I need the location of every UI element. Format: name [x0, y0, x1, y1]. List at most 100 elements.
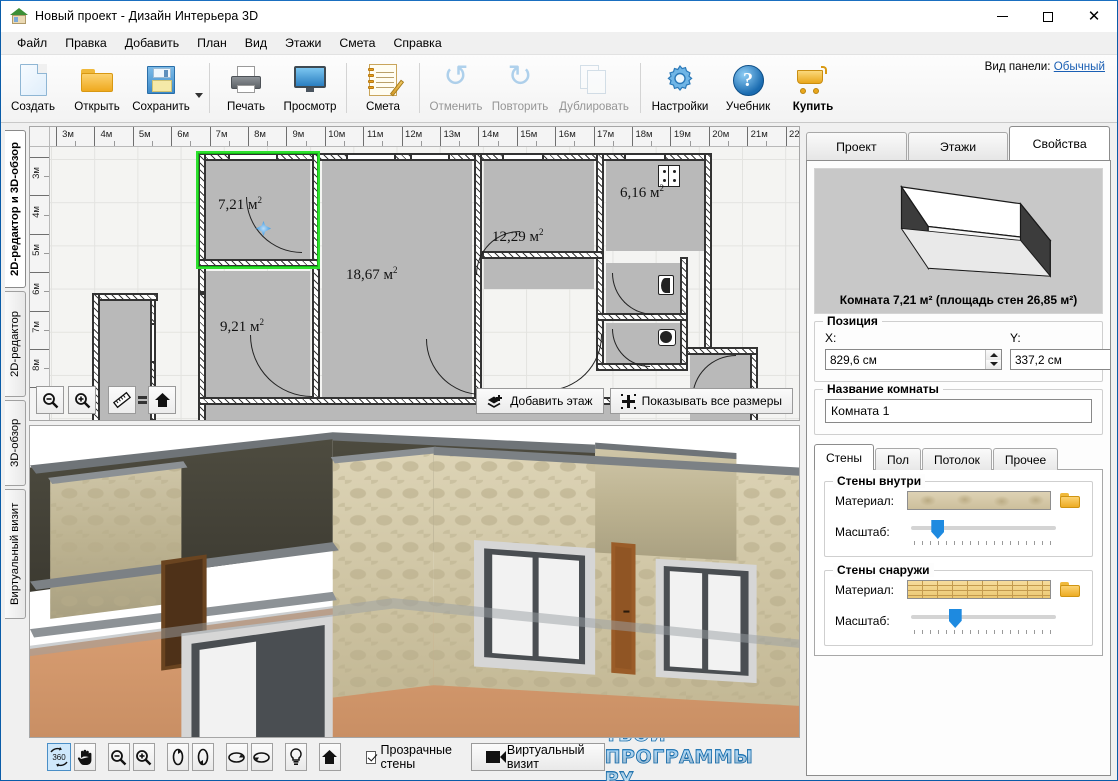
toolbar-button-undo[interactable]: ↺ Отменить: [424, 57, 488, 121]
virtual-visit-button[interactable]: Виртуальный визит: [470, 743, 605, 771]
menu-item-view[interactable]: Вид: [236, 33, 276, 54]
wall-left-upper[interactable]: [198, 153, 206, 293]
menu-item-floors[interactable]: Этажи: [276, 33, 330, 54]
toolbar-button-create[interactable]: Создать: [1, 57, 65, 121]
light-toggle-button[interactable]: [284, 743, 307, 771]
outer-material-browse-button[interactable]: [1058, 582, 1082, 597]
rotate-left-button[interactable]: [225, 743, 248, 771]
wall-partition-h[interactable]: [596, 313, 688, 321]
menu-item-add[interactable]: Добавить: [116, 33, 188, 54]
rotate-up-button[interactable]: [166, 743, 189, 771]
left-tab-virtual-visit[interactable]: Виртуальный визит: [4, 489, 26, 619]
tab-floors[interactable]: Этажи: [907, 132, 1009, 160]
surface-tab-floor[interactable]: Пол: [874, 448, 921, 470]
toolbar-button-preview[interactable]: Просмотр: [278, 57, 342, 121]
tab-properties[interactable]: Свойства: [1009, 126, 1111, 160]
slider-thumb[interactable]: [931, 520, 945, 539]
x-decrement-button[interactable]: [986, 359, 1001, 369]
ruler-label: 12м: [405, 129, 423, 140]
plan-zoom-out-button[interactable]: [36, 386, 64, 414]
left-tab-3d-overview[interactable]: 3D-обзор: [4, 400, 26, 486]
left-tab-2d-editor[interactable]: 2D-редактор: [4, 291, 26, 397]
properties-panel: Проект Этажи Свойства Комната 7,21 м² (п…: [804, 124, 1117, 780]
menu-item-edit[interactable]: Правка: [56, 33, 116, 54]
outer-material-swatch[interactable]: [907, 580, 1051, 599]
plan-home-button[interactable]: [148, 386, 176, 414]
surface-tab-ceiling[interactable]: Потолок: [922, 448, 992, 470]
plan-zoom-in-button[interactable]: [68, 386, 96, 414]
window-mark-balcony[interactable]: [150, 323, 156, 363]
rotate-360-button[interactable]: 360: [47, 743, 71, 771]
ruler-tick: [632, 127, 633, 146]
view3d-zoom-in-button[interactable]: [132, 743, 155, 771]
surface-tab-other[interactable]: Прочее: [992, 448, 1059, 470]
inner-material-swatch[interactable]: [907, 491, 1051, 510]
menu-item-estimate[interactable]: Смета: [330, 33, 384, 54]
left-tab-2d-and-3d[interactable]: 2D-редактор и 3D-обзор: [4, 130, 26, 288]
ruler-label: 4м: [31, 205, 42, 218]
ruler-tick: [30, 157, 49, 158]
wall-partition-b[interactable]: [198, 259, 320, 267]
maximize-button[interactable]: [1025, 1, 1071, 32]
pan-hand-button[interactable]: [74, 743, 96, 771]
checkbox-icon[interactable]: [365, 750, 376, 764]
window-mark-1[interactable]: [228, 153, 278, 161]
toolbar-button-buy[interactable]: Купить: [781, 57, 845, 121]
room-preview-block: Комната 7,21 м² (площадь стен 26,85 м²): [814, 168, 1103, 314]
save-dropdown-button[interactable]: [193, 57, 205, 121]
wall-partition-a[interactable]: [312, 153, 320, 403]
fixture-toilet[interactable]: [658, 329, 676, 346]
panel-view-link[interactable]: Обычный: [1054, 60, 1105, 73]
wall-partition-d[interactable]: [596, 153, 604, 263]
show-dimensions-button[interactable]: Показывать все размеры: [609, 388, 793, 414]
toolbar-button-duplicate[interactable]: Дублировать: [552, 57, 636, 121]
floor-plan-view[interactable]: 3м 4м 5м 6м 7м 8м 9м 10м 11м 12м 13м 14м 15м 16м 17м 18…: [29, 126, 800, 421]
menu-item-plan[interactable]: План: [188, 33, 236, 54]
ruler-label: 19м: [673, 129, 691, 140]
toolbar-button-save[interactable]: Сохранить: [129, 57, 193, 121]
toolbar-button-settings[interactable]: Настройки: [645, 57, 715, 121]
plan-measure-button[interactable]: [108, 386, 136, 414]
tab-project[interactable]: Проект: [806, 132, 907, 160]
x-spinner[interactable]: [825, 349, 1002, 370]
3d-view[interactable]: [29, 425, 800, 738]
rotate-right-button[interactable]: [250, 743, 273, 771]
inner-scale-slider[interactable]: [911, 519, 1056, 545]
wall-entry-top[interactable]: [680, 347, 758, 355]
menu-item-file[interactable]: Файл: [8, 33, 56, 54]
y-spinner[interactable]: [1010, 349, 1110, 370]
room-fill-5[interactable]: [606, 159, 706, 251]
wall-right-outer[interactable]: [704, 153, 712, 353]
surface-tab-walls[interactable]: Стены: [814, 444, 874, 470]
door-arc-4[interactable]: [546, 335, 602, 391]
x-input[interactable]: [826, 350, 985, 369]
window-mark-2[interactable]: [346, 153, 396, 161]
toolbar-button-redo[interactable]: ↻ Повторить: [488, 57, 552, 121]
toolbar-button-tutorial[interactable]: ? Учебник: [715, 57, 781, 121]
close-button[interactable]: ✕: [1071, 1, 1117, 32]
fixture-bathtub[interactable]: [658, 275, 674, 295]
measure-ruler-icon: [112, 391, 132, 409]
wall-balcony-top[interactable]: [92, 293, 158, 301]
rotate-down-button[interactable]: [191, 743, 214, 771]
toolbar-button-print[interactable]: Печать: [214, 57, 278, 121]
minimize-button[interactable]: [979, 1, 1025, 32]
toolbar-button-open[interactable]: Открыть: [65, 57, 129, 121]
inner-material-browse-button[interactable]: [1058, 493, 1082, 508]
plan-canvas[interactable]: 7,21 м2 18,67 м2 9,21 м2 12,29 м2 6,16 м…: [50, 147, 799, 420]
transparent-walls-checkbox[interactable]: Прозрачные стены: [365, 743, 457, 771]
y-input[interactable]: [1011, 350, 1110, 369]
slider-thumb[interactable]: [948, 609, 962, 628]
view3d-home-button[interactable]: [318, 743, 341, 771]
menu-item-help[interactable]: Справка: [384, 33, 450, 54]
window-mark-3[interactable]: [410, 153, 450, 161]
toolbar-button-estimate[interactable]: Смета: [351, 57, 415, 121]
add-floor-button[interactable]: Добавить этаж: [476, 388, 604, 414]
window-mark-4[interactable]: [502, 153, 544, 161]
view3d-zoom-out-button[interactable]: [107, 743, 130, 771]
slider-ticks: [913, 630, 1054, 634]
room-name-input[interactable]: [825, 399, 1092, 423]
x-increment-button[interactable]: [986, 350, 1001, 360]
window-mark-5[interactable]: [624, 153, 666, 161]
outer-scale-slider[interactable]: [911, 608, 1056, 634]
